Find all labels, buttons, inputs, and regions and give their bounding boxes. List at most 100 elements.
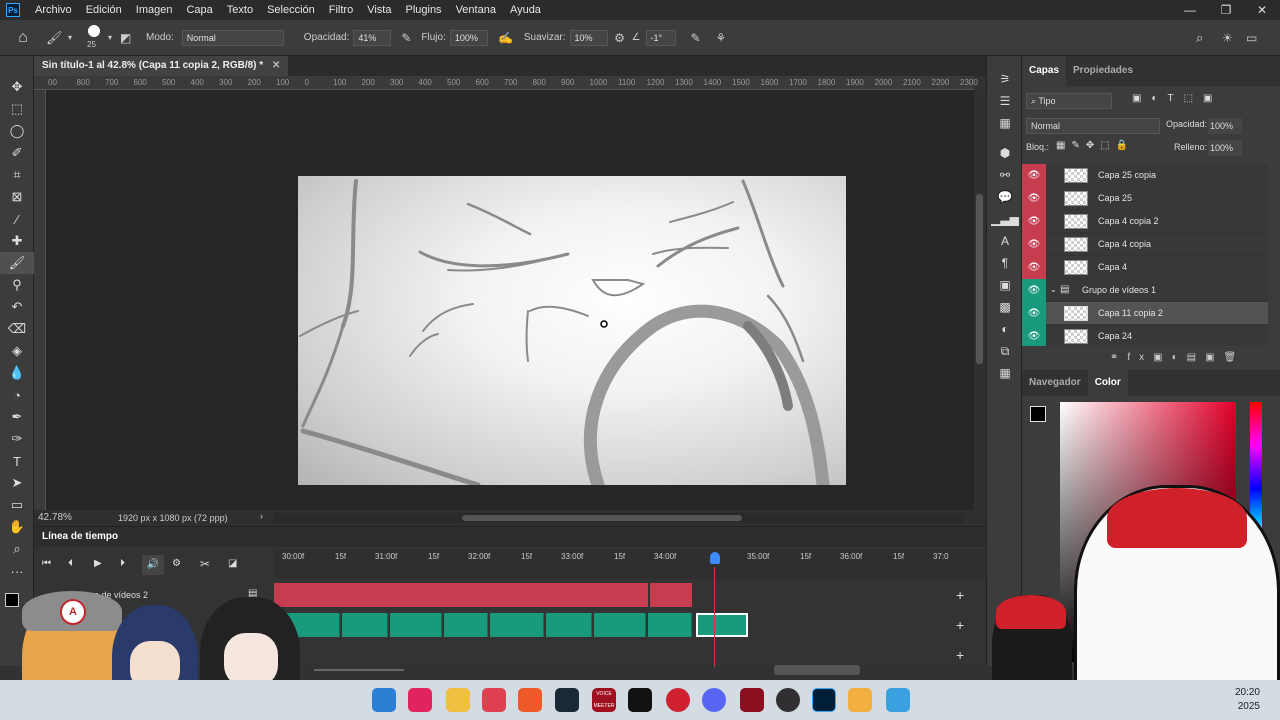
layer-row[interactable]: 👁 Capa 4 copia 2 (1022, 210, 1268, 233)
brush-tool-icon[interactable]: 🖌 (46, 30, 68, 46)
angle-field[interactable]: -1° (645, 29, 676, 46)
add-track-icon[interactable]: + (956, 647, 964, 663)
obs-icon[interactable] (776, 688, 800, 712)
eye-icon[interactable]: 👁 (1022, 302, 1046, 325)
chevron-right-icon[interactable]: › (260, 511, 263, 521)
video-clip[interactable] (490, 613, 544, 637)
video-clip[interactable] (546, 613, 592, 637)
brush-settings-icon[interactable]: ◩ (120, 31, 146, 45)
eraser-tool-icon[interactable]: ⌫ (0, 318, 34, 340)
pen-tool-icon[interactable]: ✒ (0, 406, 34, 428)
character-icon[interactable]: A (987, 230, 1023, 252)
lightbulb-icon[interactable]: ☀ (1222, 31, 1233, 45)
home-icon[interactable]: ⌂ (0, 29, 46, 47)
file-explorer-icon[interactable] (446, 688, 470, 712)
add-track-icon[interactable]: + (956, 617, 964, 633)
flow-field[interactable]: 100% (449, 29, 488, 46)
gradient-icon[interactable]: ▣ (987, 274, 1023, 296)
previous-frame-icon[interactable]: ⏴ (68, 558, 73, 569)
rectangle-tool-icon[interactable]: ▭ (0, 494, 34, 516)
channels-icon[interactable]: ⧉ (987, 340, 1023, 362)
timeline-zoom-slider[interactable] (314, 669, 404, 671)
tiktok-icon[interactable] (408, 688, 432, 712)
document-canvas[interactable] (298, 176, 846, 485)
first-frame-icon[interactable]: ⏮ (42, 558, 51, 569)
playhead-handle[interactable] (710, 552, 720, 564)
menu-edicion[interactable]: Edición (79, 0, 129, 20)
minimize-icon[interactable]: — (1172, 0, 1208, 20)
capcut-icon[interactable] (628, 688, 652, 712)
smooth-field[interactable]: 10% (569, 29, 608, 46)
adjustment-icon[interactable]: ◐ (987, 318, 1023, 340)
notepad-icon[interactable] (886, 688, 910, 712)
fill-field[interactable]: 100% (1208, 140, 1242, 156)
opacity-field[interactable]: 41% (353, 29, 392, 46)
lock-icons[interactable]: ▦✎✥⬚🔒 (1056, 140, 1134, 151)
layer-filter-select[interactable]: ⌕ Tipo (1026, 93, 1112, 109)
windows-start-icon[interactable] (372, 688, 396, 712)
lasso-tool-icon[interactable]: ◯ (0, 120, 34, 142)
add-track-icon[interactable]: + (956, 587, 964, 603)
pen-variant-icon[interactable]: ✑ (0, 428, 34, 450)
scroll-thumb[interactable] (462, 515, 742, 521)
menu-filtro[interactable]: Filtro (322, 0, 360, 20)
type-tool-icon[interactable]: T (0, 450, 34, 472)
airbrush-icon[interactable]: ✍ (488, 31, 524, 45)
layer-row[interactable]: 👁 Capa 24 (1022, 325, 1268, 346)
menu-capa[interactable]: Capa (179, 0, 219, 20)
quick-select-tool-icon[interactable]: ✐ (0, 142, 34, 164)
tab-propiedades[interactable]: Propiedades (1066, 56, 1140, 86)
next-frame-icon[interactable]: ⏵ (120, 558, 125, 569)
voicemeeter-icon[interactable]: VOICE MEETER (592, 688, 616, 712)
game-app-icon[interactable] (740, 688, 764, 712)
layer-group-row[interactable]: 👁 ⌄ ▤ Grupo de vídeos 1 (1022, 279, 1268, 302)
video-clip[interactable] (650, 583, 692, 607)
chevron-down-icon[interactable]: ▾ (68, 33, 82, 42)
layer-row[interactable]: 👁 Capa 4 copia (1022, 233, 1268, 256)
eye-icon[interactable]: 👁 (1022, 325, 1046, 346)
actions-icon[interactable]: ▦ (987, 362, 1023, 384)
system-clock[interactable]: 20:20 2025 (1235, 686, 1260, 714)
brush-tool-icon[interactable]: 🖌 (0, 252, 34, 274)
zoom-tool-icon[interactable]: ⌕ (0, 538, 34, 560)
video-clip-selected[interactable] (696, 613, 748, 637)
tab-color[interactable]: Color (1087, 370, 1128, 396)
path-select-icon[interactable]: ➤ (0, 472, 34, 494)
menu-seleccion[interactable]: Selección (260, 0, 322, 20)
gear-icon[interactable]: ⚙ (608, 31, 632, 45)
dodge-tool-icon[interactable]: ◔ (0, 384, 34, 406)
zoom-level[interactable]: 42.78% (38, 512, 72, 523)
video-clip[interactable] (274, 583, 648, 607)
video-track-red[interactable] (274, 581, 954, 607)
history-brush-icon[interactable]: ↶ (0, 296, 34, 318)
marquee-tool-icon[interactable]: ⬚ (0, 98, 34, 120)
eye-icon[interactable]: 👁 (1022, 164, 1046, 187)
restore-icon[interactable]: ❐ (1208, 0, 1244, 20)
gear-icon[interactable]: ⚙ (172, 558, 181, 569)
video-clip[interactable] (342, 613, 388, 637)
paragraph-icon[interactable]: ¶ (987, 252, 1023, 274)
split-clip-icon[interactable]: ✂ (200, 557, 210, 571)
eyedropper-tool-icon[interactable]: ⁄ (0, 208, 34, 230)
eye-icon[interactable]: 👁 (1022, 256, 1046, 279)
video-clip[interactable] (648, 613, 692, 637)
discord-icon[interactable] (702, 688, 726, 712)
menu-texto[interactable]: Texto (220, 0, 260, 20)
paint-bucket-icon[interactable]: ◈ (0, 340, 34, 362)
transition-icon[interactable]: ◪ (228, 558, 237, 569)
layer-row[interactable]: 👁 Capa 25 (1022, 187, 1268, 210)
chevron-down-icon[interactable]: ▾ (108, 33, 120, 42)
menu-plugins[interactable]: Plugins (398, 0, 448, 20)
layer-row[interactable]: 👁 Capa 4 (1022, 256, 1268, 279)
video-clip[interactable] (444, 613, 488, 637)
horizontal-scrollbar[interactable] (274, 513, 964, 523)
table-icon[interactable]: ▦ (987, 112, 1023, 134)
video-clip[interactable] (594, 613, 646, 637)
layer-row-selected[interactable]: 👁 Capa 11 copia 2 (1022, 302, 1268, 325)
levels-icon[interactable]: ▁▃▅ (987, 208, 1023, 230)
photoshop-taskbar-icon[interactable] (812, 688, 836, 712)
adjust-icon[interactable]: ⚞ (987, 68, 1023, 90)
menu-ayuda[interactable]: Ayuda (503, 0, 548, 20)
audio-icon[interactable]: 🔊 (142, 555, 164, 575)
eye-icon[interactable]: 👁 (1022, 233, 1046, 256)
